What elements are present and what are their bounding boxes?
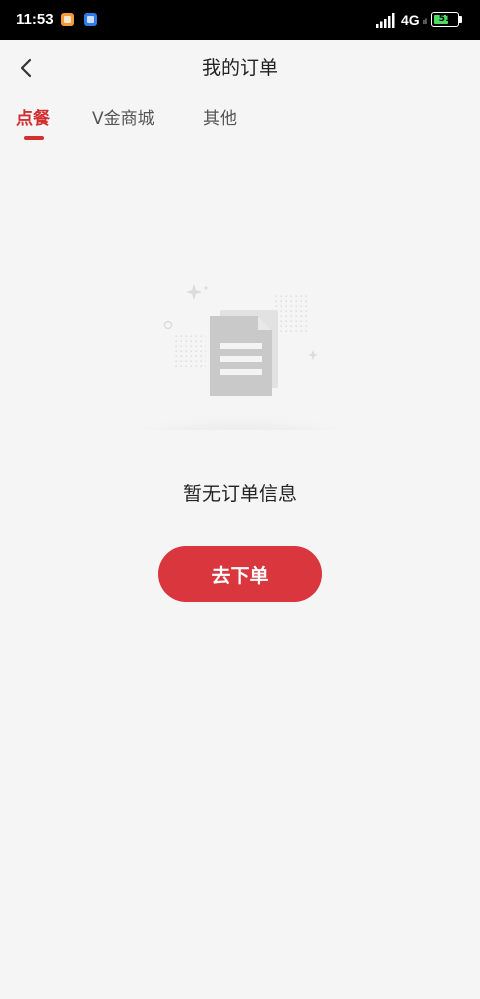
battery-tip <box>459 16 462 23</box>
page-title: 我的订单 <box>201 57 278 79</box>
notification-message-icon <box>84 13 97 26</box>
network-type: 4G <box>401 12 420 28</box>
tab-bar: 点餐 V金商城 其他 <box>0 96 480 146</box>
status-bar: 11:53 4G ıl 51 <box>0 0 480 40</box>
status-time: 11:53 <box>16 11 54 28</box>
notification-app-icon <box>61 13 74 26</box>
document-icon <box>110 284 370 430</box>
empty-message: 暂无订单信息 <box>182 483 297 505</box>
tab-dining[interactable]: 点餐 <box>16 108 50 130</box>
place-order-button[interactable]: 去下单 <box>158 546 322 602</box>
header: 我的订单 <box>0 40 480 96</box>
active-tab-indicator <box>24 136 44 140</box>
tab-vgold-mall[interactable]: V金商城 <box>92 108 155 130</box>
battery-level: 51 <box>438 14 452 24</box>
signal-strength-icon <box>376 13 395 28</box>
battery-icon: 51 <box>431 12 459 27</box>
network-activity-icon: ıl <box>423 18 427 26</box>
tab-other[interactable]: 其他 <box>203 108 237 130</box>
